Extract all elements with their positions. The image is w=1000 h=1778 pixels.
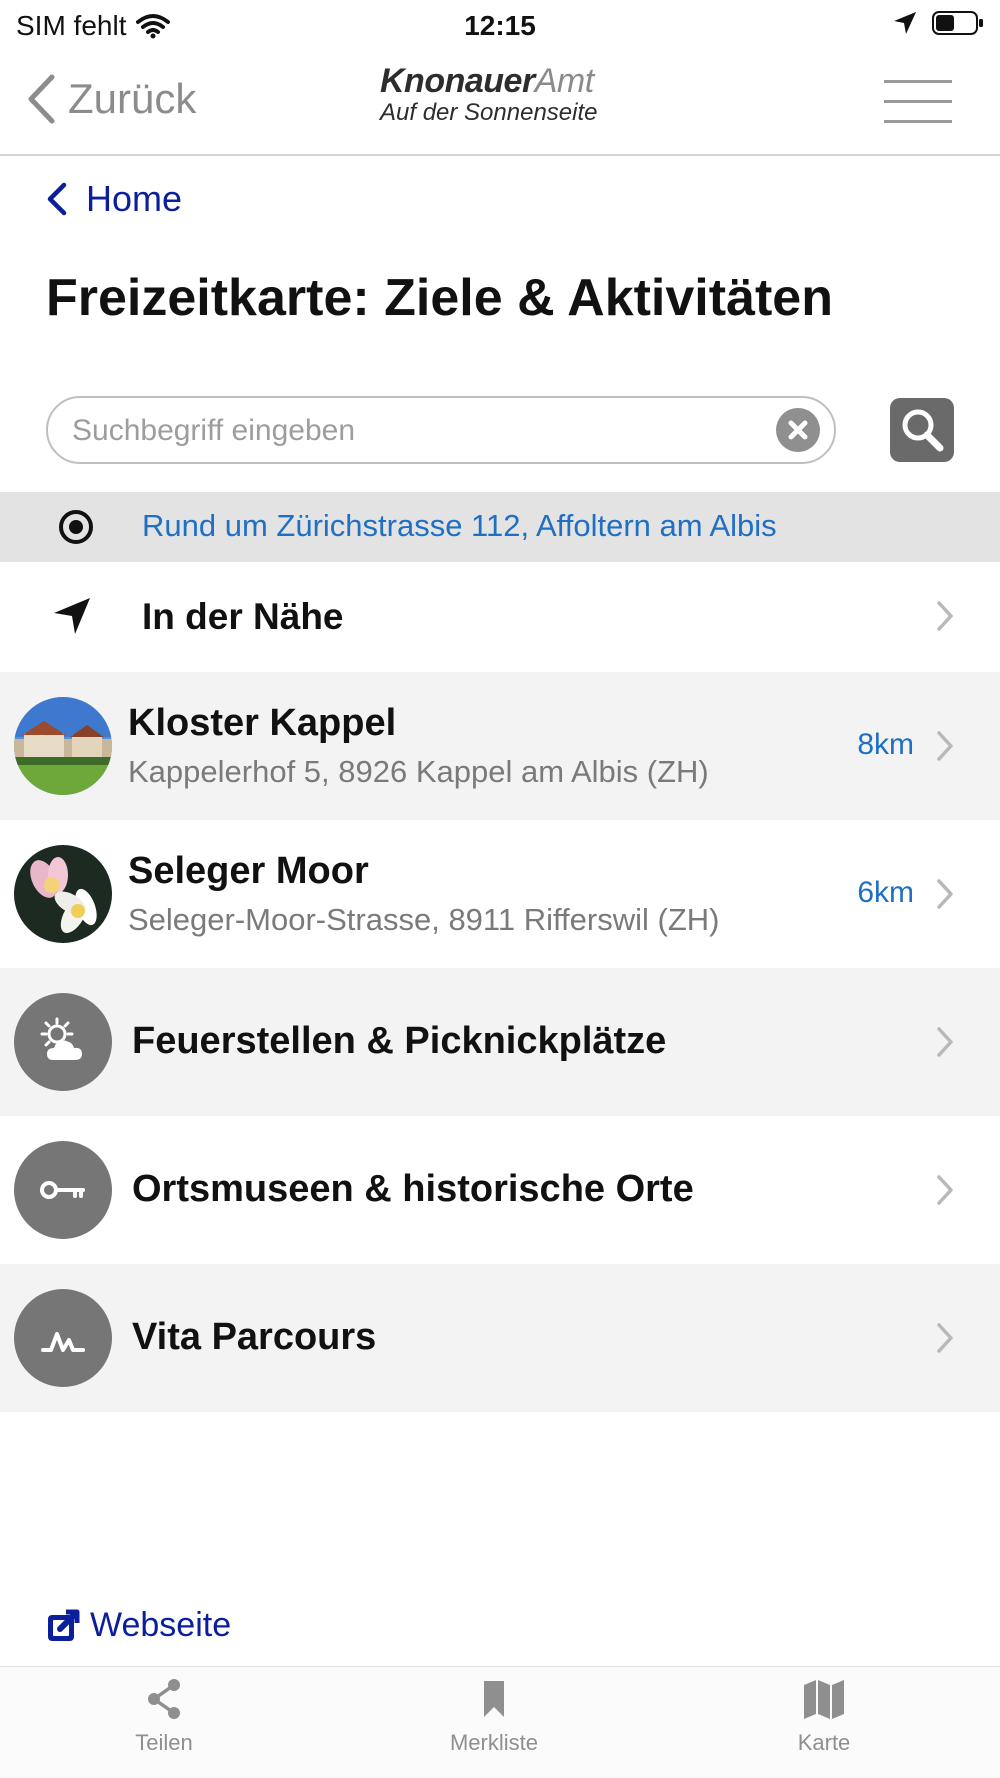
- back-button[interactable]: Zurück: [26, 74, 196, 124]
- place-title: Kloster Kappel: [128, 702, 397, 744]
- place-distance: 6km: [857, 876, 914, 909]
- hamburger-menu-button[interactable]: [884, 80, 952, 126]
- tab-merkliste[interactable]: Merkliste: [414, 1677, 574, 1756]
- current-location-bar[interactable]: Rund um Zürichstrasse 112, Affoltern am …: [0, 492, 1000, 562]
- tab-label: Karte: [797, 1730, 851, 1755]
- logo-brand: Knonauer: [380, 62, 535, 100]
- chevron-right-icon: [937, 1323, 953, 1353]
- bottom-tab-bar: Teilen Merkliste Karte: [0, 1666, 1000, 1778]
- app-header: Zurück KnonauerAmt Auf der Sonnenseite: [0, 52, 1000, 156]
- brand-logo: KnonauerAmt Auf der Sonnenseite: [380, 62, 620, 127]
- location-text: Rund um Zürichstrasse 112, Affoltern am …: [142, 508, 777, 543]
- clock: 12:15: [464, 10, 536, 41]
- page-title: Freizeitkarte: Ziele & Aktivitäten: [46, 269, 833, 327]
- navigation-arrow-icon: [54, 598, 90, 634]
- breadcrumb-label: Home: [86, 178, 183, 219]
- category-label: Feuerstellen & Picknickplätze: [132, 1020, 667, 1062]
- tab-karte[interactable]: Karte: [744, 1677, 904, 1756]
- tab-label: Merkliste: [449, 1730, 538, 1755]
- list-item[interactable]: Kloster Kappel Kappelerhof 5, 8926 Kappe…: [0, 672, 1000, 820]
- chevron-right-icon: [937, 601, 953, 631]
- category-row-feuerstellen[interactable]: Feuerstellen & Picknickplätze: [0, 968, 1000, 1116]
- logo-tagline: Auf der Sonnenseite: [380, 99, 598, 126]
- chevron-right-icon: [937, 731, 953, 761]
- key-icon: [14, 1141, 112, 1239]
- search-button[interactable]: [890, 398, 954, 462]
- close-icon: [788, 420, 808, 440]
- chevron-right-icon: [937, 1027, 953, 1057]
- target-location-icon: [59, 510, 93, 544]
- category-row-ortsmuseen[interactable]: Ortsmuseen & historische Orte: [0, 1116, 1000, 1264]
- search-input[interactable]: [72, 408, 752, 454]
- location-services-icon: [894, 12, 916, 34]
- back-label: Zurück: [68, 75, 197, 122]
- clear-search-button[interactable]: [776, 408, 820, 452]
- tab-teilen[interactable]: Teilen: [84, 1677, 244, 1756]
- place-photo: [14, 697, 112, 795]
- place-distance: 8km: [857, 728, 914, 761]
- place-address: Kappelerhof 5, 8926 Kappel am Albis (ZH): [128, 754, 709, 789]
- share-icon: [148, 1679, 180, 1719]
- chevron-left-icon: [47, 182, 67, 216]
- list-item[interactable]: Seleger Moor Seleger-Moor-Strasse, 8911 …: [0, 820, 1000, 968]
- menu-line: [884, 120, 952, 123]
- category-label: Vita Parcours: [132, 1316, 377, 1358]
- bookmark-icon: [484, 1681, 504, 1717]
- place-photo: [14, 845, 112, 943]
- category-label: Ortsmuseen & historische Orte: [132, 1168, 694, 1210]
- search-field: [46, 396, 836, 464]
- category-row-vita-parcours[interactable]: Vita Parcours: [0, 1264, 1000, 1412]
- pulse-icon: [14, 1289, 112, 1387]
- chevron-left-icon: [28, 74, 55, 124]
- map-icon: [804, 1680, 844, 1719]
- place-address: Seleger-Moor-Strasse, 8911 Rifferswil (Z…: [128, 902, 720, 937]
- chevron-right-icon: [937, 1175, 953, 1205]
- nearby-row[interactable]: In der Nähe: [0, 562, 1000, 672]
- battery-icon: [932, 11, 983, 35]
- tab-label: Teilen: [135, 1730, 193, 1755]
- sun-cloud-icon: [14, 993, 112, 1091]
- chevron-right-icon: [937, 879, 953, 909]
- search-icon: [902, 409, 944, 452]
- website-label: Webseite: [90, 1606, 232, 1644]
- place-title: Seleger Moor: [128, 850, 369, 892]
- breadcrumb-home[interactable]: Home: [46, 178, 182, 220]
- website-link[interactable]: Webseite: [46, 1606, 231, 1645]
- logo-brand-suffix: Amt: [534, 62, 594, 100]
- menu-line: [884, 100, 952, 103]
- external-link-icon: [48, 1609, 80, 1641]
- nearby-label: In der Nähe: [142, 596, 344, 637]
- status-bar: SIM fehlt 12:15: [0, 0, 1000, 52]
- menu-line: [884, 80, 952, 83]
